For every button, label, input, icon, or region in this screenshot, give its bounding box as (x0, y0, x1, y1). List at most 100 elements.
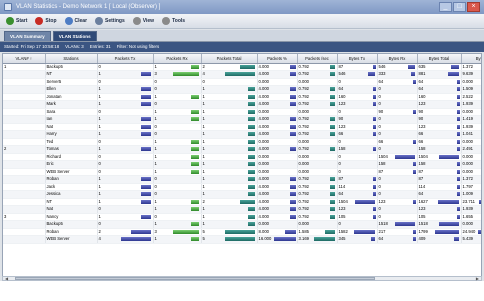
cell-value: 0 (338, 168, 341, 174)
cell-pct: 4.000 (257, 130, 298, 139)
cell-ptx: 0 (97, 63, 154, 71)
table-row[interactable]: Jack 1 0 1 4.000 0.792 114 0 114 1.797 (3, 183, 481, 191)
column-header[interactable]: Packets Rx (153, 54, 202, 64)
column-header[interactable]: Packets Tx (97, 54, 154, 64)
table-row[interactable]: WEB Server 0 1 1 0.000 0.000 0 87 87 0.000 (3, 168, 481, 176)
column-header[interactable]: Packets Total (201, 54, 258, 64)
value-bar (141, 87, 152, 92)
table-row[interactable]: 2 Tomas 1 1 1 4.000 0.792 158 0 158 2.491 (3, 145, 481, 154)
scroll-left-icon[interactable]: ◀ (5, 276, 8, 281)
table-row[interactable]: Nat 0 1 1 4.000 0.792 123 0 123 1.939 (3, 205, 481, 214)
table-row[interactable]: NT 1 3 4 4.000 0.792 546 333 881 9.639 (3, 70, 481, 79)
table-row[interactable]: Mark 1 0 1 4.000 0.792 123 0 123 1.939 (3, 100, 481, 109)
value-bar (330, 177, 336, 182)
table-row[interactable]: 1 Backup5 0 1 2 4.000 0.792 87 546 635 1.372 (3, 63, 481, 71)
column-header[interactable]: Packets % (257, 54, 298, 64)
settings-button[interactable]: Settings (92, 15, 128, 27)
table-row[interactable]: WEB Server 4 1 5 16.000 3.169 345 64 409 5.439 (3, 235, 481, 244)
column-header[interactable]: Bytes Rx (377, 54, 418, 64)
cell-prx: 1 (153, 93, 202, 101)
column-header[interactable]: Stations (45, 54, 98, 64)
cell-value: 90 (418, 108, 424, 114)
cell-value: 1 (202, 123, 205, 129)
tools-button[interactable]: Tools (159, 15, 188, 27)
column-header[interactable]: Bytes Tx (337, 54, 378, 64)
cell-value: Backup5 (46, 221, 63, 226)
tab-vlan-stations[interactable]: VLAN Stations (52, 31, 97, 41)
cell-station: Jessica (45, 190, 98, 199)
cell-value: 4.000 (258, 131, 269, 136)
minimize-button[interactable]: _ (439, 2, 452, 12)
scrollbar-thumb[interactable] (15, 277, 375, 280)
column-header[interactable]: VLAN# ↑ (3, 54, 46, 64)
maximize-button[interactable]: □ (453, 2, 466, 12)
value-bar (330, 87, 336, 92)
cell-value: Jack (46, 183, 56, 189)
cell-value: 1.372 (462, 63, 473, 69)
value-bar (130, 229, 152, 234)
cell-pps: 0.000 (297, 168, 338, 176)
cell-value: 0 (98, 78, 101, 84)
cell-value: 66 (338, 131, 344, 136)
stop-button[interactable]: Stop (32, 15, 59, 27)
cell-value: 1.585 (298, 228, 309, 234)
column-header[interactable]: Packets /sec (297, 54, 338, 64)
cell-btx: 0 (337, 78, 378, 86)
cell-value: 4.000 (258, 116, 269, 121)
table-row[interactable]: NT 1 1 2 4.000 0.792 1504 123 1627 23.711 (3, 198, 481, 206)
cell-btx: 158 (337, 145, 378, 154)
clear-button[interactable]: Clear (62, 15, 91, 27)
horizontal-scrollbar[interactable]: ◀ ▶ (2, 276, 482, 281)
table-row[interactable]: Ted 0 1 1 0.000 0.000 0 66 66 0.000 (3, 138, 481, 146)
cell-value: Sara (46, 108, 56, 114)
cell-prx: 1 (153, 220, 202, 229)
cell-value: 1 (154, 93, 157, 99)
column-header[interactable]: Bytes Total (417, 54, 462, 64)
value-bar (190, 207, 200, 212)
cell-value: 345 (338, 236, 346, 241)
column-header[interactable]: Bytes (461, 54, 481, 64)
cell-ptot: 1 (201, 205, 258, 214)
table-row[interactable]: Roban 1 0 1 4.000 0.792 87 0 87 1.372 (3, 175, 481, 184)
value-bar (290, 72, 296, 77)
table-row[interactable]: Backup5 0 1 1 0.000 0.000 0 1518 1518 0.000 (3, 220, 481, 229)
cell-value: 1 (98, 93, 101, 99)
close-button[interactable]: × (467, 2, 480, 12)
table-row[interactable]: Richard 0 1 1 0.000 0.000 0 1504 1504 0.000 (3, 153, 481, 161)
value-bar (247, 214, 256, 219)
value-bar (141, 117, 152, 122)
table-row[interactable]: Jonatan 1 1 1 4.000 0.792 160 0 160 2.522 (3, 93, 481, 101)
cell-value: 0.792 (298, 116, 309, 121)
cell-value: 0.000 (462, 138, 473, 144)
table-row[interactable]: Ian 1 1 1 4.000 0.792 90 0 90 1.419 (3, 115, 481, 124)
table-row[interactable]: Sara 0 1 1 0.000 0.000 0 90 90 0.000 (3, 108, 481, 116)
cell-value: 1 (154, 153, 157, 159)
cell-vlan (3, 160, 46, 169)
table-row[interactable]: 3 Nancy 1 0 1 4.000 0.792 105 0 105 1.655 (3, 213, 481, 221)
stations-table-container[interactable]: VLAN# ↑ Stations Packets Tx Packets Rx Packe… (2, 53, 482, 277)
cell-pct: 4.000 (257, 93, 298, 101)
table-row[interactable]: Server5 0 0 0 0.000 0.000 0 64 64 0.000 (3, 78, 481, 86)
cell-btot: 123 (417, 123, 462, 131)
cell-ptx: 0 (97, 78, 154, 86)
cell-value: 1.041 (462, 131, 473, 136)
value-bar (290, 147, 296, 152)
start-button[interactable]: Start (3, 15, 30, 27)
cell-value: 0.000 (298, 221, 309, 226)
cell-pct: 0.000 (257, 160, 298, 169)
cell-value: 2.522 (462, 93, 473, 99)
cell-value: 87 (418, 168, 424, 174)
table-row[interactable]: Nat 1 0 1 4.000 0.792 123 0 123 1.939 (3, 123, 481, 131)
scroll-right-icon[interactable]: ▶ (476, 276, 479, 281)
cell-value: 546 (338, 71, 346, 76)
cell-value: WEB Server (46, 236, 70, 241)
tab-vlan-summary[interactable]: VLAN Summary (4, 31, 51, 41)
table-row[interactable]: Harry 1 0 1 4.000 0.792 66 0 66 1.041 (3, 130, 481, 139)
table-row[interactable]: Ellen 1 0 1 4.000 0.792 64 0 64 1.509 (3, 85, 481, 94)
cell-ptx: 1 (97, 183, 154, 191)
table-row[interactable]: Eric 0 1 1 0.000 0.000 0 158 158 0.000 (3, 160, 481, 169)
table-row[interactable]: Jessica 1 0 1 4.000 0.792 64 0 64 1.009 (3, 190, 481, 199)
table-row[interactable]: Roban 2 3 5 8.000 1.585 1582 217 1799 24.940 (3, 228, 481, 236)
view-button[interactable]: View (130, 15, 157, 27)
cell-prx: 1 (153, 235, 202, 244)
